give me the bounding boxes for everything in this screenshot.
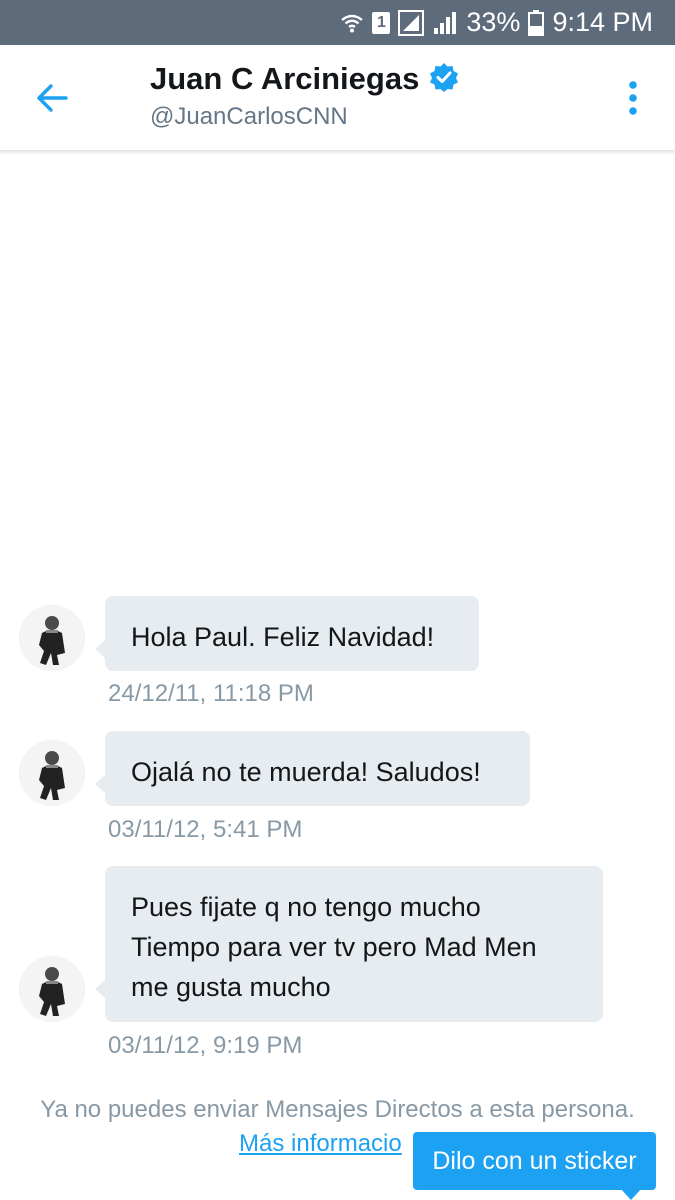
more-info-link[interactable]: Más informacio	[239, 1130, 402, 1158]
signal-icon	[398, 9, 425, 36]
contact-name: Juan C Arciniegas	[150, 61, 420, 96]
signal-icon	[432, 10, 458, 36]
sticker-prompt-button[interactable]: Dilo con un sticker	[413, 1132, 656, 1190]
arrow-left-icon	[37, 84, 68, 112]
message-timestamp: 03/11/12, 9:19 PM	[108, 1032, 303, 1059]
tooltip-pointer	[620, 1188, 642, 1200]
message-text: Hola Paul. Feliz Navidad!	[131, 622, 435, 652]
avatar[interactable]	[19, 740, 85, 806]
message-bubble[interactable]: Hola Paul. Feliz Navidad!	[105, 596, 479, 671]
message-timestamp: 24/12/11, 11:18 PM	[108, 680, 314, 707]
sticker-prompt-label: Dilo con un sticker	[432, 1146, 637, 1175]
person-avatar-icon	[19, 956, 85, 1022]
person-avatar-icon	[19, 740, 85, 806]
message-text-line: me gusta mucho	[131, 972, 331, 1002]
person-avatar-icon	[19, 605, 85, 671]
message-text-line: Tiempo para ver tv pero Mad Men	[131, 932, 537, 962]
more-options-button[interactable]	[615, 75, 651, 121]
message-timestamp: 03/11/12, 5:41 PM	[108, 816, 303, 843]
verified-badge-icon	[429, 62, 459, 97]
contact-handle: @JuanCarlosCNN	[150, 103, 348, 130]
battery-icon	[528, 9, 545, 36]
wifi-icon	[340, 11, 364, 35]
sim-icon: 1	[372, 11, 391, 34]
conversation-header: Juan C Arciniegas @JuanCarlosCNN	[0, 45, 675, 151]
message-text-line: Pues fijate q no tengo mucho	[131, 892, 481, 922]
clock: 9:14 PM	[552, 7, 653, 37]
dm-disabled-notice: Ya no puedes enviar Mensajes Directos a …	[40, 1096, 635, 1123]
status-bar: 1 33% 9:14 PM	[0, 0, 675, 45]
conversation-title-block[interactable]: Juan C Arciniegas @JuanCarlosCNN	[150, 61, 459, 131]
message-text: Ojalá no te muerda! Saludos!	[131, 757, 481, 787]
avatar[interactable]	[19, 605, 85, 671]
message-bubble[interactable]: Ojalá no te muerda! Saludos!	[105, 731, 530, 806]
message-bubble[interactable]: Pues fijate q no tengo mucho Tiempo para…	[105, 866, 603, 1022]
battery-percent: 33%	[466, 7, 521, 37]
more-vertical-icon	[629, 81, 637, 115]
back-button[interactable]	[30, 75, 76, 121]
avatar[interactable]	[19, 956, 85, 1022]
